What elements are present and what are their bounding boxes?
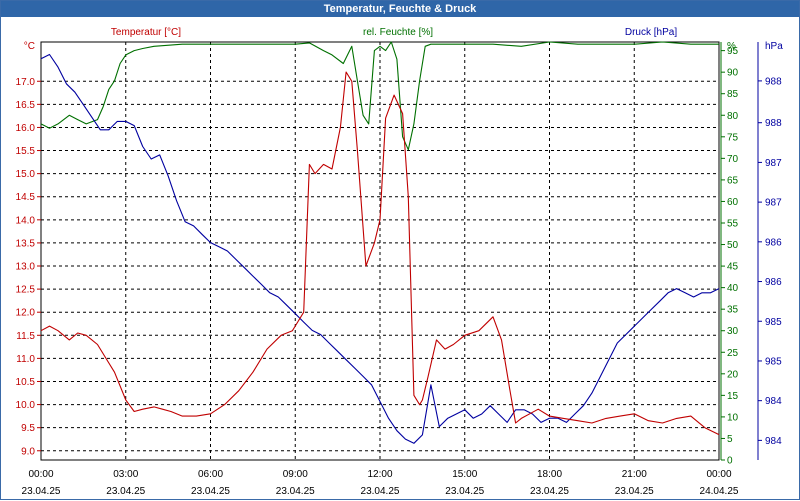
x-tick-time-label: 06:00 [198,469,223,480]
x-tick-time-label: 00:00 [28,469,53,480]
pressure-tick-label: 986 [765,277,782,288]
pressure-tick-label: 988 [765,118,782,129]
humidity-tick-label: 20 [727,369,739,380]
temperature-tick-label: 15.0 [16,169,36,180]
x-tick-date-label: 23.04.25 [22,486,61,497]
x-tick-date-label: 23.04.25 [361,486,400,497]
pressure-tick-label: 984 [765,436,782,447]
x-tick-time-label: 03:00 [113,469,138,480]
x-tick-date-label: 23.04.25 [445,486,484,497]
pressure-tick-label: 988 [765,76,782,87]
humidity-tick-label: 40 [727,283,739,294]
x-tick-date-label: 24.04.25 [700,486,739,497]
humidity-tick-label: 60 [727,197,739,208]
humidity-tick-label: 70 [727,154,739,165]
temperature-tick-label: 10.5 [16,377,36,388]
humidity-tick-label: 5 [727,434,733,445]
humidity-tick-label: 30 [727,326,739,337]
x-tick-time-label: 12:00 [367,469,392,480]
pressure-tick-label: 986 [765,237,782,248]
pressure-tick-label: 987 [765,198,782,209]
temperature-axis-title: Temperatur [°C] [111,27,181,38]
x-tick-time-label: 18:00 [537,469,562,480]
x-tick-time-label: 00:00 [706,469,731,480]
pressure-unit-label: hPa [765,41,783,52]
pressure-axis-title: Druck [hPa] [625,27,677,38]
temperature-tick-label: 9.5 [21,423,35,434]
temperature-tick-label: 17.0 [16,77,36,88]
humidity-tick-label: 35 [727,305,739,316]
humidity-tick-label: 50 [727,240,739,251]
humidity-tick-label: 90 [727,68,739,79]
humidity-tick-label: 0 [727,456,733,467]
humidity-tick-label: 55 [727,218,739,229]
x-tick-date-label: 23.04.25 [191,486,230,497]
temperature-tick-label: 16.5 [16,100,36,111]
temperature-tick-label: 11.5 [16,331,35,342]
humidity-tick-label: 85 [727,89,739,100]
pressure-tick-label: 984 [765,396,782,407]
weather-chart: 00:00 23.04.25 03:00 23.04.25 06:00 23.04.25 0… [16,27,784,497]
pressure-tick-label: 985 [765,317,782,328]
humidity-tick-label: 45 [727,262,739,273]
temperature-tick-label: 12.5 [16,285,36,296]
humidity-tick-label: 75 [727,132,739,143]
humidity-tick-label: 15 [727,391,739,402]
temperature-unit-label: °C [24,41,35,52]
x-tick-date-label: 23.04.25 [615,486,654,497]
temperature-tick-label: 13.5 [16,238,36,249]
x-tick-date-label: 23.04.25 [106,486,145,497]
temperature-tick-label: 14.5 [16,192,36,203]
temperature-tick-label: 15.5 [16,146,36,157]
temperature-tick-label: 12.0 [16,308,36,319]
temperature-tick-label: 13.0 [16,262,36,273]
temperature-tick-label: 9.0 [21,446,35,457]
x-tick-date-label: 23.04.25 [530,486,569,497]
humidity-tick-label: 65 [727,175,739,186]
humidity-tick-label: 80 [727,111,739,122]
temperature-tick-label: 11.0 [16,354,35,365]
x-tick-time-label: 21:00 [622,469,647,480]
pressure-tick-label: 987 [765,158,782,169]
humidity-tick-label: 10 [727,412,739,423]
x-tick-time-label: 15:00 [452,469,477,480]
temperature-tick-label: 16.0 [16,123,36,134]
pressure-tick-label: 985 [765,356,782,367]
humidity-axis-title: rel. Feuchte [%] [363,27,433,38]
humidity-tick-label: 25 [727,348,739,359]
x-tick-date-label: 23.04.25 [276,486,315,497]
temperature-tick-label: 14.0 [16,215,36,226]
chart-window: Temperatur, Feuchte & Druck 00:00 23.04.2… [0,0,800,500]
x-tick-time-label: 09:00 [283,469,308,480]
humidity-unit-label: % [727,41,736,52]
temperature-tick-label: 10.0 [16,400,36,411]
